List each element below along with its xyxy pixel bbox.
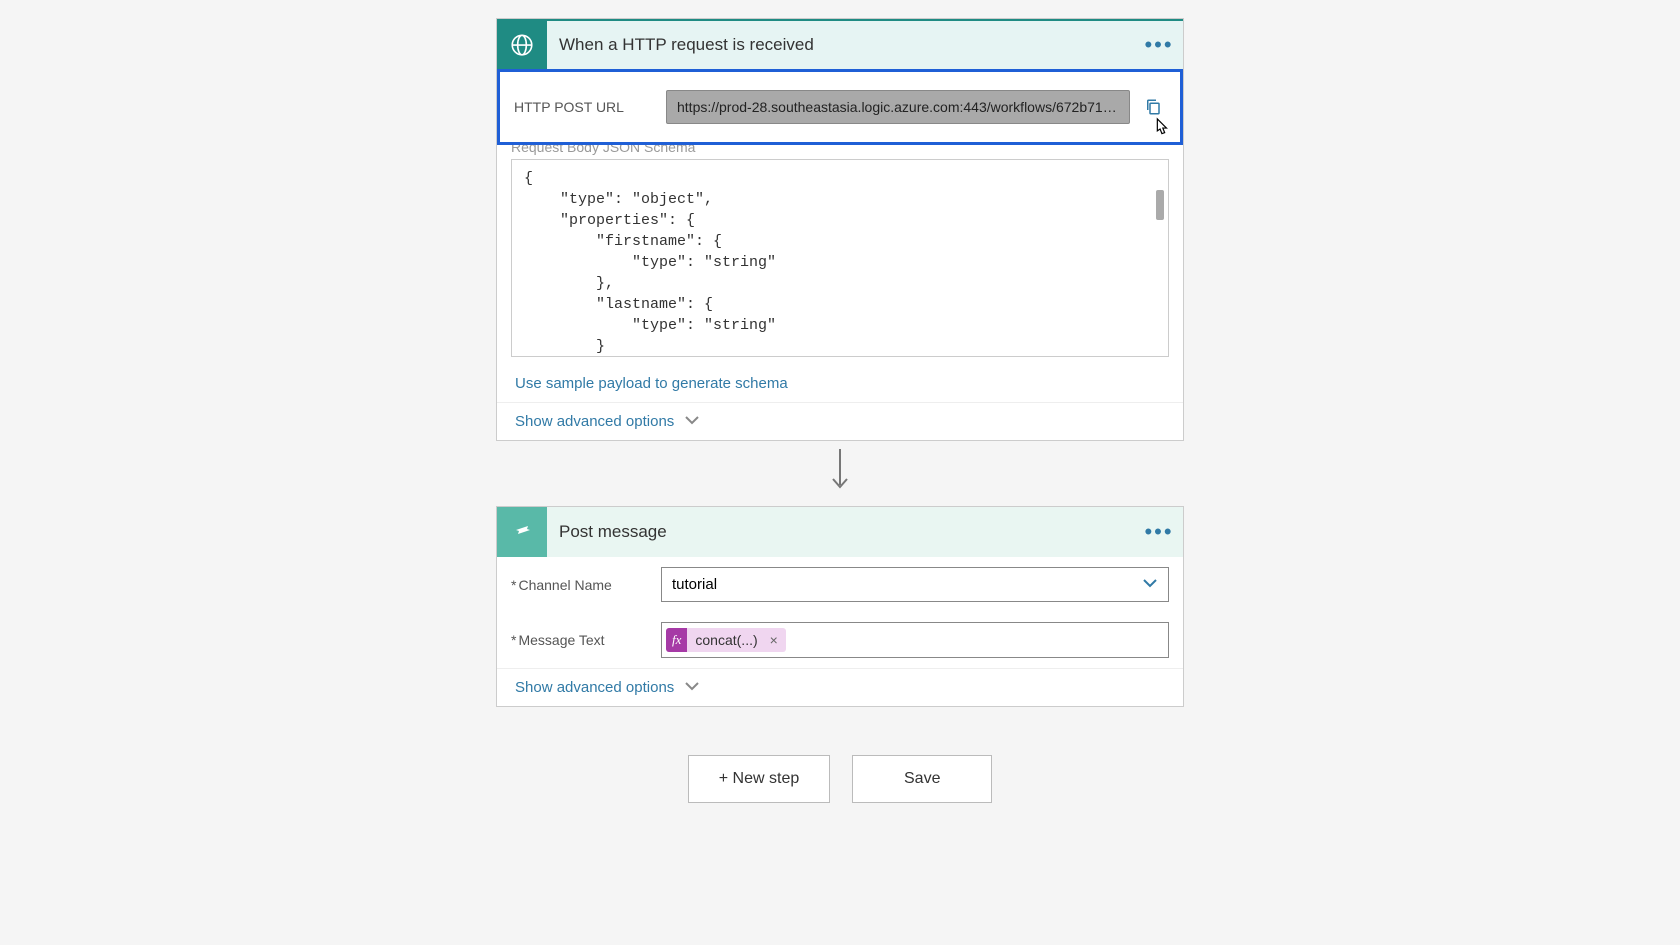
trigger-card: When a HTTP request is received ••• HTTP…	[496, 18, 1184, 441]
fx-icon: fx	[666, 628, 687, 652]
http-url-value[interactable]: https://prod-28.southeastasia.logic.azur…	[666, 90, 1130, 124]
trigger-header[interactable]: When a HTTP request is received •••	[497, 19, 1183, 69]
sample-payload-link[interactable]: Use sample payload to generate schema	[497, 365, 1183, 402]
message-input[interactable]: fx concat(...) ×	[661, 622, 1169, 658]
action-card: Post message ••• *Channel Name tutorial …	[496, 506, 1184, 707]
action-menu-icon[interactable]: •••	[1147, 520, 1171, 544]
channel-row: *Channel Name tutorial	[497, 557, 1183, 612]
new-step-button[interactable]: + New step	[688, 755, 830, 803]
trigger-advanced-options[interactable]: Show advanced options	[497, 403, 1183, 440]
expression-token[interactable]: fx concat(...) ×	[666, 628, 786, 652]
channel-select[interactable]: tutorial	[661, 567, 1169, 602]
save-button[interactable]: Save	[852, 755, 992, 803]
channel-label: *Channel Name	[511, 577, 661, 593]
trigger-title: When a HTTP request is received	[547, 35, 1147, 55]
expression-text: concat(...)	[687, 628, 765, 652]
chevron-down-icon	[684, 413, 700, 430]
footer-buttons: + New step Save	[688, 755, 992, 803]
schema-content: { "type": "object", "properties": { "fir…	[512, 160, 1168, 357]
copy-url-button[interactable]	[1140, 94, 1166, 120]
message-label: *Message Text	[511, 632, 661, 648]
chevron-down-icon	[1142, 576, 1158, 593]
http-trigger-icon	[497, 20, 547, 70]
channel-value: tutorial	[672, 576, 717, 593]
chevron-down-icon	[684, 679, 700, 696]
sample-payload-text: Use sample payload to generate schema	[515, 375, 788, 392]
trigger-menu-icon[interactable]: •••	[1147, 33, 1171, 57]
remove-token-icon[interactable]: ×	[766, 632, 786, 648]
action-advanced-text: Show advanced options	[515, 679, 674, 696]
message-row: *Message Text fx concat(...) ×	[497, 612, 1183, 668]
http-url-row: HTTP POST URL https://prod-28.southeasta…	[497, 69, 1183, 145]
action-title: Post message	[547, 522, 1147, 542]
cursor-icon	[1150, 116, 1172, 148]
flow-arrow-icon	[829, 449, 851, 498]
schema-textarea[interactable]: { "type": "object", "properties": { "fir…	[511, 159, 1169, 357]
trigger-advanced-text: Show advanced options	[515, 413, 674, 430]
action-advanced-options[interactable]: Show advanced options	[497, 669, 1183, 706]
slack-action-icon	[497, 507, 547, 557]
action-header[interactable]: Post message •••	[497, 507, 1183, 557]
http-url-label: HTTP POST URL	[514, 99, 656, 115]
